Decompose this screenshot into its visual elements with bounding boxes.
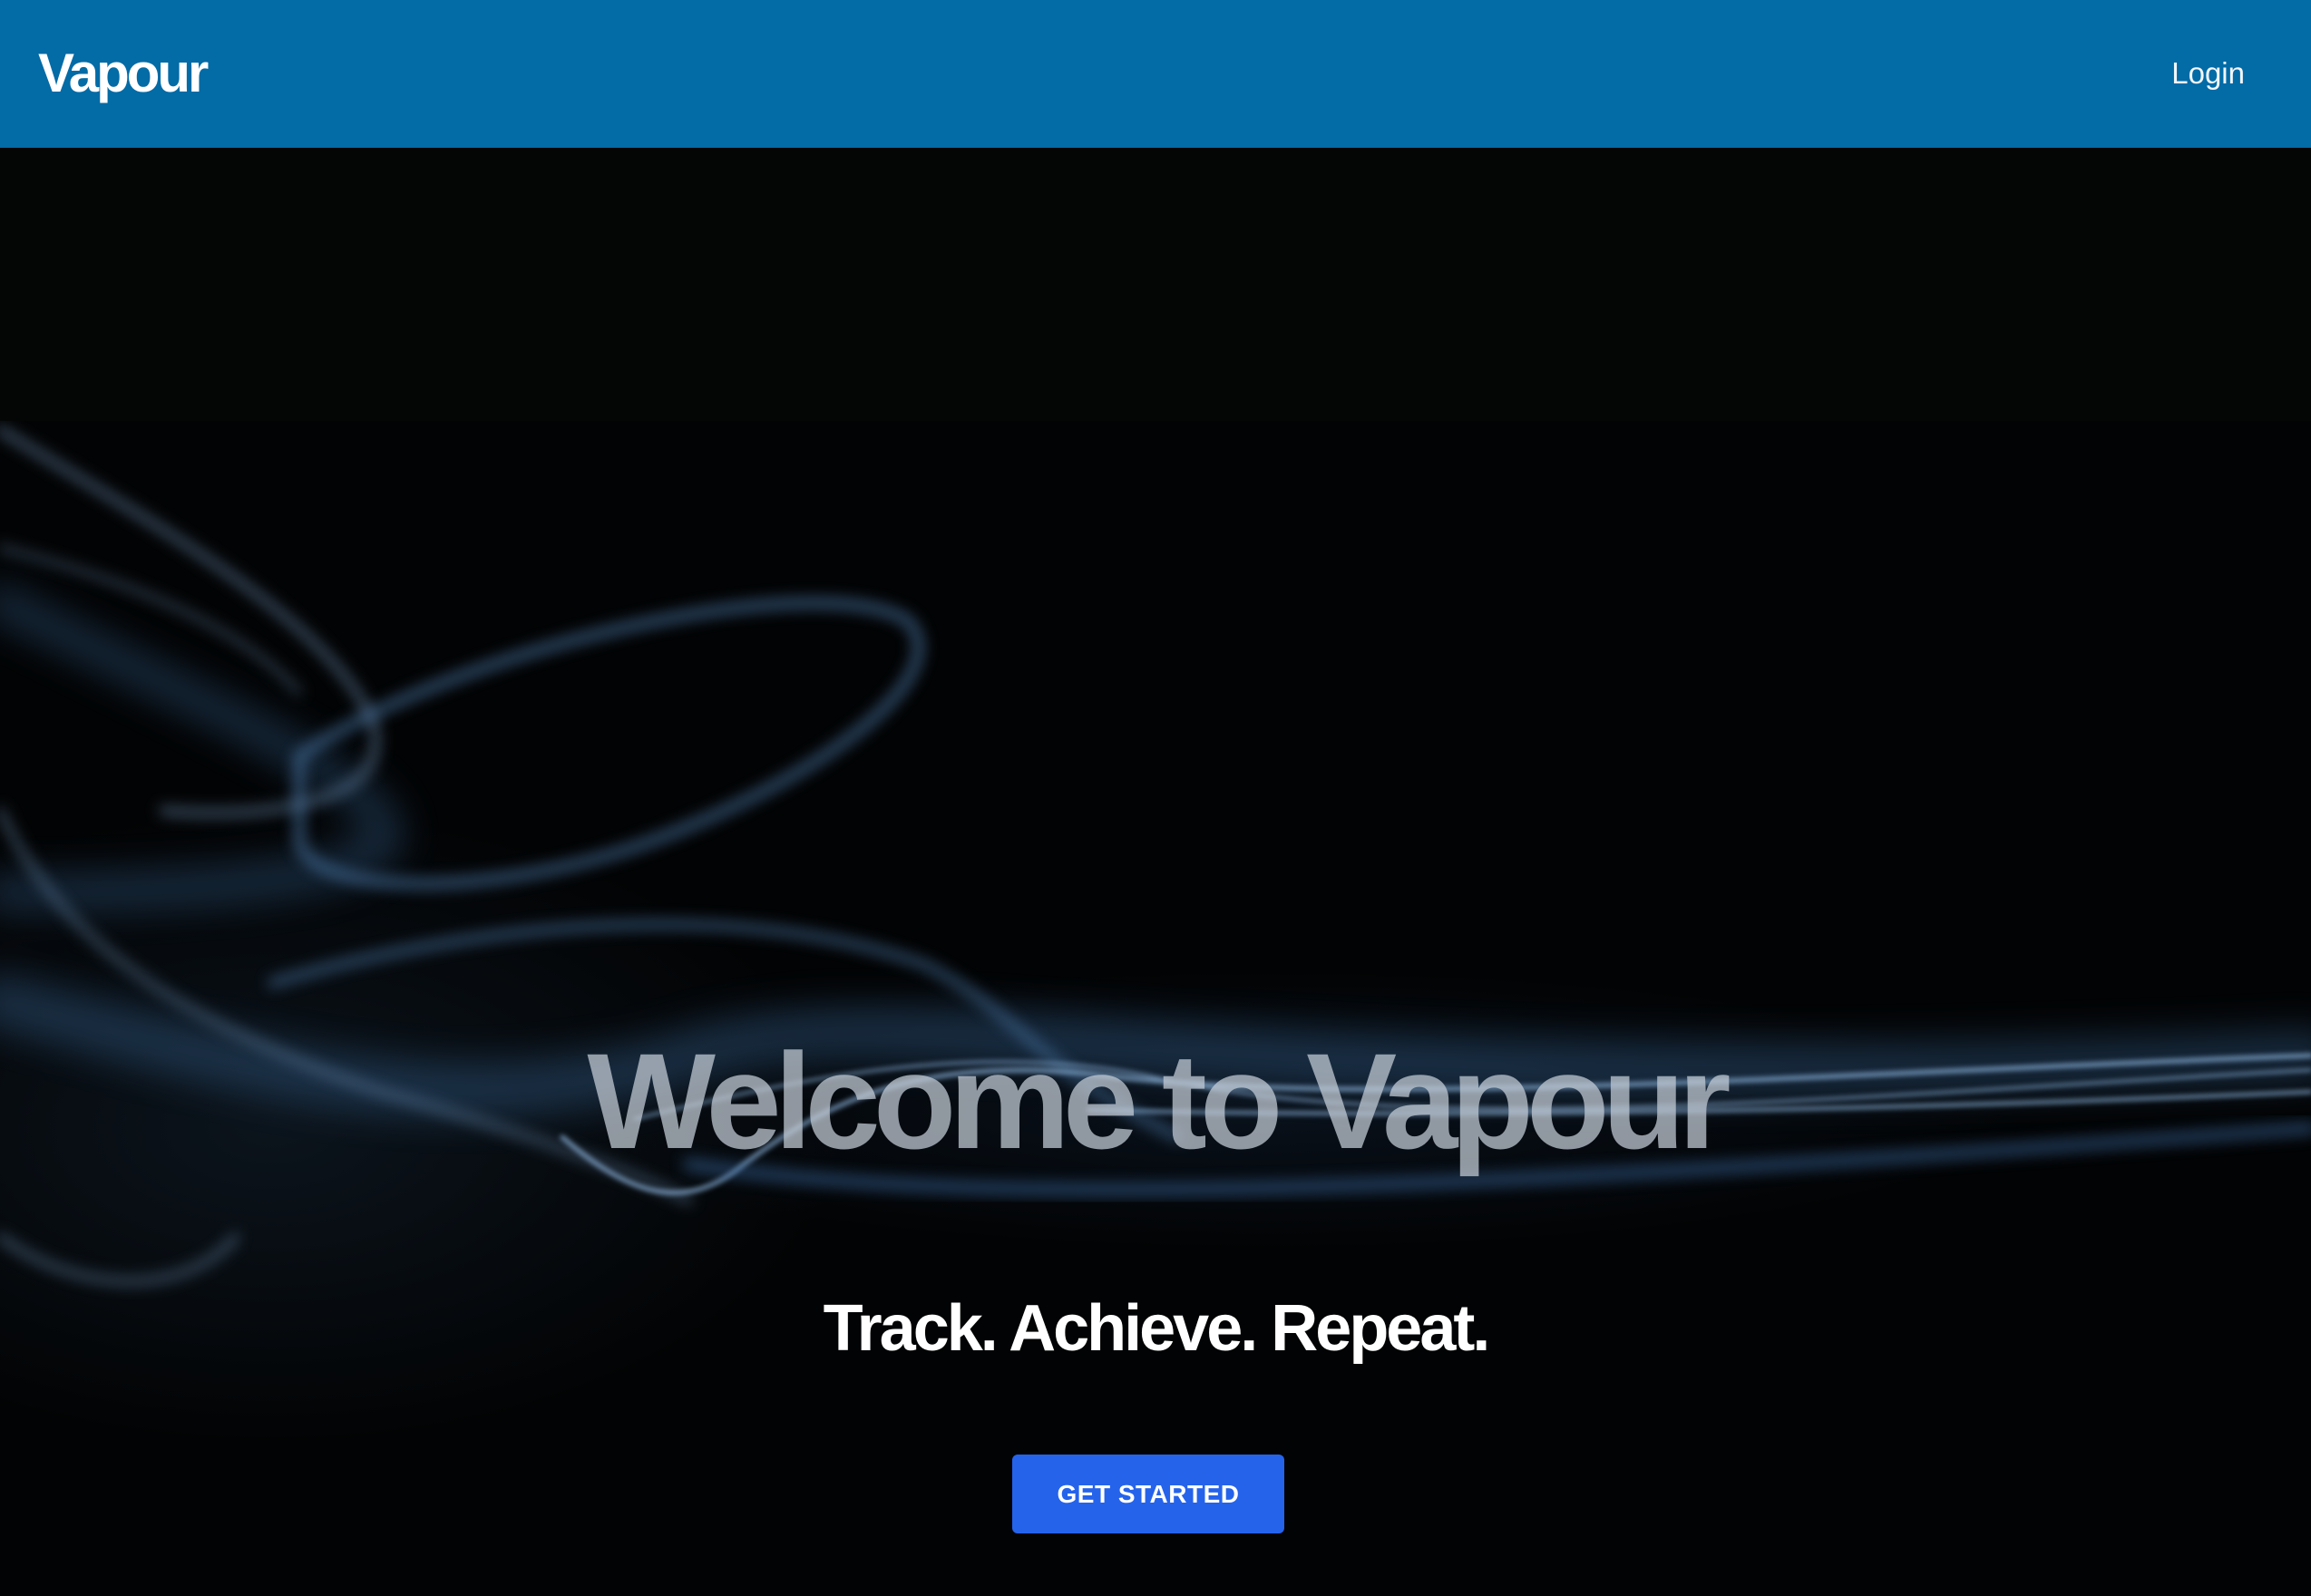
brand-logo-link[interactable]: Vapour <box>38 38 209 109</box>
smoke-background-image <box>0 425 2311 1285</box>
hero-tagline: Track. Achieve. Repeat. <box>823 1292 1491 1365</box>
login-link[interactable]: Login <box>2171 50 2245 97</box>
hero-section: Welcome to Vapour Track. Achieve. Repeat… <box>0 421 2311 1596</box>
get-started-button[interactable]: GET STARTED <box>1012 1455 1284 1533</box>
hero-headline: Welcome to Vapour <box>587 1025 1731 1177</box>
top-navbar: Vapour Login <box>0 0 2311 148</box>
hero-top-spacer <box>0 148 2311 421</box>
